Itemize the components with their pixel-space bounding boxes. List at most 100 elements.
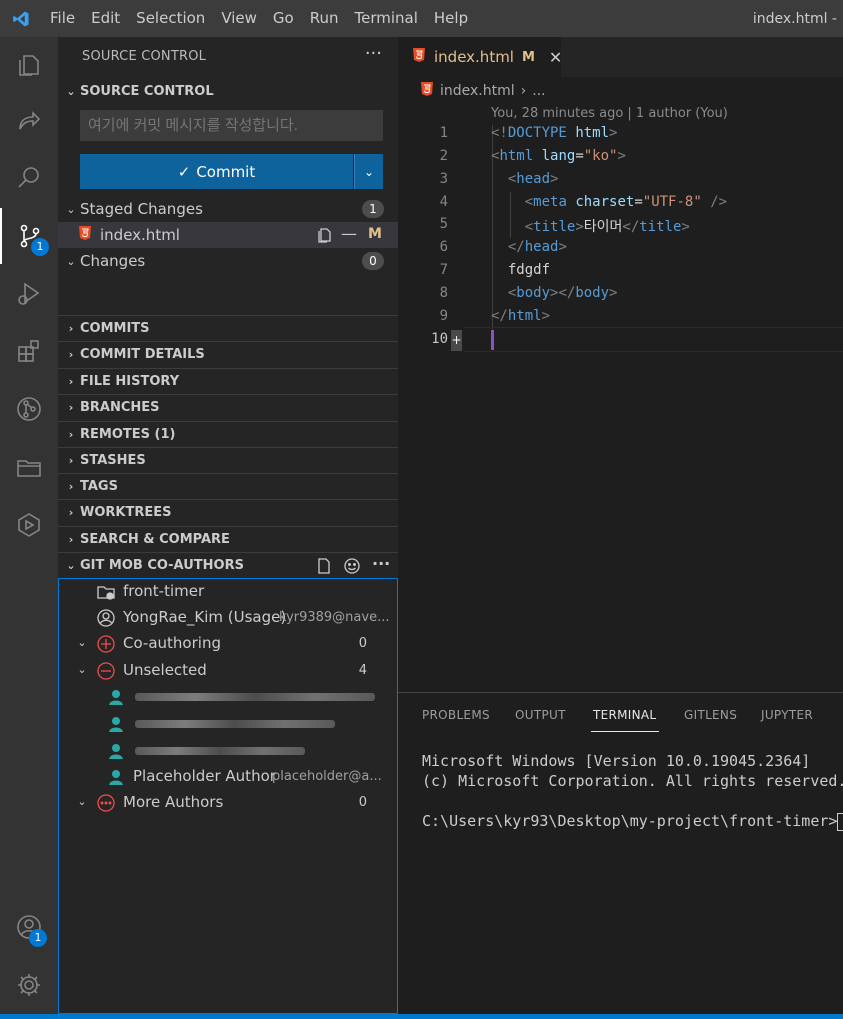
staged-file-row[interactable]: index.html — M — [58, 222, 398, 248]
line-number: 2 — [439, 148, 448, 164]
chevron-down-icon: ⌄ — [66, 254, 76, 268]
author-row[interactable] — [59, 711, 399, 737]
section-worktrees[interactable]: › WORKTREES — [58, 499, 398, 525]
chevron-down-icon: ⌄ — [66, 202, 76, 216]
more-circle-icon — [97, 794, 115, 816]
source-control-icon[interactable]: 1 — [0, 208, 58, 264]
breadcrumb: index.html › ... — [420, 81, 546, 101]
menu-help[interactable]: Help — [426, 0, 476, 37]
tab-gitlens[interactable]: GITLENS — [684, 708, 737, 722]
smiley-icon[interactable] — [343, 557, 361, 579]
extensions-icon[interactable] — [0, 323, 58, 379]
commit-dropdown-button[interactable]: ⌄ — [354, 154, 383, 189]
commit-button[interactable]: ✓ Commit — [80, 154, 353, 189]
line-number: 3 — [439, 171, 448, 187]
code-line[interactable]: <title>타이머</title> — [491, 216, 690, 236]
author-row[interactable] — [59, 684, 399, 710]
accounts-badge: 1 — [29, 929, 47, 947]
code-line[interactable]: </html> — [491, 308, 550, 324]
search-icon[interactable] — [0, 150, 58, 206]
tab-problems[interactable]: PROBLEMS — [422, 708, 490, 722]
repo-row[interactable]: front-timer — [59, 579, 399, 605]
section-file-history[interactable]: › FILE HISTORY — [58, 368, 398, 394]
chevron-right-icon: › — [68, 480, 74, 493]
chevron-down-icon: ⌄ — [66, 84, 76, 98]
menu-edit[interactable]: Edit — [83, 0, 128, 37]
accounts-icon[interactable]: 1 — [0, 899, 58, 955]
line-number: 9 — [439, 308, 448, 324]
status-bar — [0, 1014, 843, 1019]
breadcrumb-file[interactable]: index.html — [440, 83, 515, 99]
file-icon[interactable] — [316, 557, 332, 579]
editor-tab-bar: index.html M ✕ — [398, 37, 843, 77]
co-authoring-group[interactable]: ⌄ Co-authoring 0 — [59, 631, 399, 657]
tab-output[interactable]: OUTPUT — [515, 708, 566, 722]
section-tags[interactable]: › TAGS — [58, 473, 398, 499]
author-row[interactable] — [59, 738, 399, 764]
live-share-icon[interactable] — [0, 93, 58, 149]
tab-terminal[interactable]: TERMINAL — [593, 708, 656, 722]
gitlens-icon[interactable] — [0, 381, 58, 437]
media-player-icon[interactable] — [0, 497, 58, 553]
remote-explorer-icon[interactable] — [0, 439, 58, 495]
section-source-control[interactable]: ⌄ SOURCE CONTROL — [58, 78, 398, 104]
section-commit-details[interactable]: › COMMIT DETAILS — [58, 341, 398, 367]
add-line-icon[interactable]: + — [451, 330, 462, 351]
tab-index-html[interactable]: index.html M ✕ — [398, 37, 562, 77]
code-line[interactable]: </head> — [491, 239, 567, 255]
code-line[interactable]: fdgdf — [491, 262, 550, 278]
section-commits[interactable]: › COMMITS — [58, 315, 398, 341]
menu-terminal[interactable]: Terminal — [347, 0, 426, 37]
person-icon — [97, 609, 115, 631]
chevron-right-icon: › — [68, 454, 74, 467]
staged-changes-group[interactable]: ⌄ Staged Changes 1 — [58, 196, 398, 222]
line-number: 8 — [439, 285, 448, 301]
terminal-cursor — [837, 812, 843, 831]
code-line[interactable]: <head> — [491, 171, 559, 187]
chevron-down-icon: ⌄ — [77, 663, 87, 676]
placeholder-author-row[interactable]: Placeholder Author placeholder@a... — [59, 764, 399, 790]
section-remotes[interactable]: › REMOTES (1) — [58, 421, 398, 447]
section-stashes[interactable]: › STASHES — [58, 447, 398, 473]
open-file-icon[interactable] — [316, 226, 334, 248]
line-number: 4 — [439, 194, 448, 210]
person-teal-icon — [107, 688, 125, 710]
window-title: index.html - — [752, 10, 837, 27]
code-line[interactable]: <html lang="ko"> — [491, 148, 626, 164]
section-branches[interactable]: › BRANCHES — [58, 394, 398, 420]
more-authors-group[interactable]: ⌄ More Authors 0 — [59, 790, 399, 816]
terminal-prompt[interactable]: C:\Users\kyr93\Desktop\my-project\front-… — [422, 812, 843, 831]
changes-group[interactable]: ⌄ Changes 0 — [58, 248, 398, 274]
commit-message-input[interactable] — [80, 110, 383, 141]
section-search-compare[interactable]: › SEARCH & COMPARE — [58, 526, 398, 552]
settings-gear-icon[interactable] — [0, 957, 58, 1013]
explorer-icon[interactable] — [0, 37, 58, 93]
code-line[interactable]: <body></body> — [491, 285, 618, 301]
modified-status: M — [368, 226, 382, 242]
menu-view[interactable]: View — [213, 0, 265, 37]
gitlens-blame-annotation[interactable]: You, 28 minutes ago | 1 author (You) — [491, 106, 728, 121]
vscode-logo-icon[interactable] — [0, 0, 42, 37]
chevron-right-icon: › — [68, 322, 74, 335]
chevron-down-icon: ⌄ — [77, 795, 87, 808]
sidebar-more-actions-icon[interactable]: ··· — [365, 43, 382, 64]
unstage-icon[interactable]: — — [341, 224, 357, 243]
chevron-down-icon: ⌄ — [363, 164, 375, 179]
person-teal-icon — [107, 742, 125, 764]
code-line[interactable]: <!DOCTYPE html> — [491, 125, 617, 141]
close-tab-icon[interactable]: ✕ — [549, 48, 562, 67]
menu-file[interactable]: File — [42, 0, 83, 37]
menu-selection[interactable]: Selection — [128, 0, 213, 37]
section-git-mob-co-authors[interactable]: ⌄ GIT MOB CO-AUTHORS ··· — [58, 552, 398, 578]
code-line[interactable]: <meta charset="UTF-8" /> — [491, 194, 727, 210]
terminal-line: (c) Microsoft Corporation. All rights re… — [422, 772, 843, 790]
menu-run[interactable]: Run — [302, 0, 347, 37]
breadcrumb-symbols[interactable]: ... — [532, 83, 545, 99]
tab-jupyter[interactable]: JUPYTER — [761, 708, 813, 722]
current-user-row[interactable]: YongRae_Kim (Usage) kyr9389@nave... — [59, 605, 399, 631]
menu-go[interactable]: Go — [265, 0, 302, 37]
unselected-group[interactable]: ⌄ Unselected 4 — [59, 658, 399, 684]
more-actions-icon[interactable]: ··· — [372, 554, 390, 573]
run-debug-icon[interactable] — [0, 265, 58, 321]
chevron-down-icon: ⌄ — [66, 559, 76, 572]
